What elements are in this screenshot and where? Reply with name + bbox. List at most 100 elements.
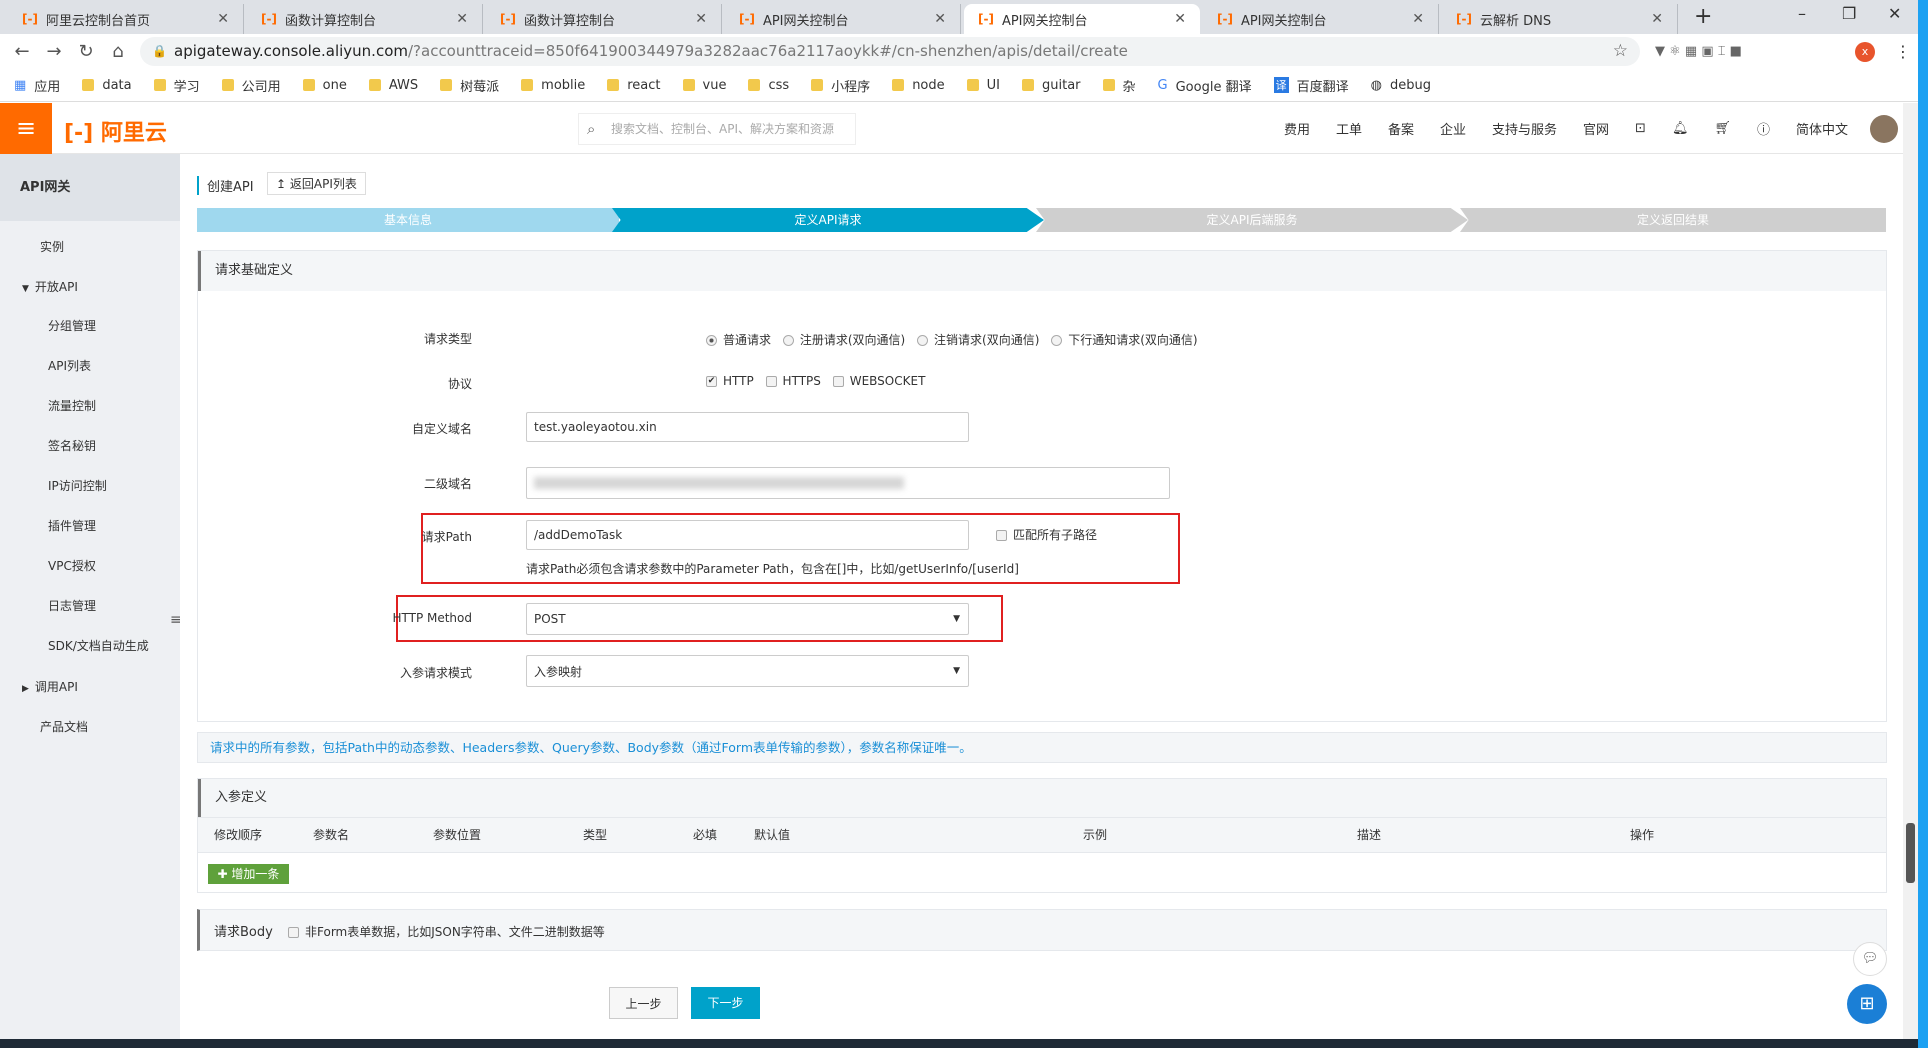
nav-enterprise[interactable]: 企业 xyxy=(1440,119,1466,138)
bookmark[interactable]: moblie xyxy=(521,78,585,93)
bookmark[interactable]: 树莓派 xyxy=(440,76,499,95)
bookmark[interactable]: react xyxy=(607,78,661,93)
add-param-button[interactable]: ✚ 增加一条 xyxy=(208,864,289,884)
sidebar-item-groups[interactable]: 分组管理 xyxy=(48,317,96,334)
terminal-icon[interactable]: ⊡ xyxy=(1635,121,1646,136)
radio-normal[interactable] xyxy=(706,335,717,346)
browser-tab[interactable]: [-] 阿里云控制台首页 ✕ xyxy=(8,4,244,34)
bookmark[interactable]: css xyxy=(748,78,789,93)
sidebar-item-api-list[interactable]: API列表 xyxy=(48,357,91,374)
next-step-button[interactable]: 下一步 xyxy=(691,987,760,1019)
menu-icon[interactable]: ⋮ xyxy=(1895,42,1911,61)
nav-tickets[interactable]: 工单 xyxy=(1336,119,1362,138)
sidebar-group-open-api[interactable]: ▼ 开放API xyxy=(22,278,78,295)
browser-tab[interactable]: [-] API网关控制台 ✕ xyxy=(725,4,961,34)
caret-right-icon: ▶ xyxy=(22,684,29,694)
minimize-button[interactable]: – xyxy=(1798,4,1806,23)
bookmark[interactable]: one xyxy=(302,78,347,93)
close-icon[interactable]: ✕ xyxy=(456,11,468,27)
bookmark[interactable]: G Google 翻译 xyxy=(1158,76,1252,95)
browser-tab-active[interactable]: [-] API网关控制台 ✕ xyxy=(964,4,1200,34)
url-input[interactable]: 🔒 apigateway.console.aliyun.com/?accountt… xyxy=(140,37,1640,66)
nav-fees[interactable]: 费用 xyxy=(1284,119,1310,138)
bookmark[interactable]: 小程序 xyxy=(811,76,870,95)
bookmark[interactable]: guitar xyxy=(1022,78,1081,93)
sidebar-item-ip-control[interactable]: IP访问控制 xyxy=(48,477,107,494)
bookmark[interactable]: AWS xyxy=(368,78,418,93)
checkbox-non-form[interactable] xyxy=(288,927,299,938)
bookmark[interactable]: 杂 xyxy=(1102,76,1136,95)
reload-icon[interactable]: ↻ xyxy=(70,41,102,62)
browser-tab[interactable]: [-] 云解析 DNS ✕ xyxy=(1442,4,1678,34)
bookmark[interactable]: 译百度翻译 xyxy=(1273,76,1349,95)
close-icon[interactable]: ✕ xyxy=(934,11,946,27)
checkbox-match-subpath[interactable] xyxy=(996,530,1007,541)
close-icon[interactable]: ✕ xyxy=(1174,11,1186,27)
sidebar-item-docs[interactable]: 产品文档 xyxy=(40,718,88,735)
close-icon[interactable]: ✕ xyxy=(1412,11,1424,27)
bell-icon[interactable]: 🔔︎ xyxy=(1672,121,1689,136)
sidebar-item-signature[interactable]: 签名秘钥 xyxy=(48,437,96,454)
bookmark[interactable]: node xyxy=(892,78,945,93)
sidebar-item-logs[interactable]: 日志管理 xyxy=(48,597,96,614)
sub-domain-input[interactable] xyxy=(526,467,1170,499)
language-switch[interactable]: 简体中文 xyxy=(1796,119,1848,138)
profile-icon[interactable]: x xyxy=(1855,41,1875,62)
star-icon[interactable]: ☆ xyxy=(1613,37,1628,66)
bookmark-apps[interactable]: ▦ 应用 xyxy=(14,76,60,95)
hamburger-menu-icon[interactable]: ≡ xyxy=(0,103,52,154)
checkbox-https[interactable] xyxy=(765,376,777,387)
cart-icon[interactable]: 🛒︎ xyxy=(1714,121,1731,136)
radio-register[interactable] xyxy=(782,335,794,346)
bookmark[interactable]: vue xyxy=(682,78,726,93)
help-icon[interactable]: ⓘ xyxy=(1757,119,1770,138)
caret-down-icon: ▼ xyxy=(22,284,29,294)
scrollbar[interactable] xyxy=(1903,103,1918,1039)
new-tab-button[interactable]: + xyxy=(1694,4,1712,29)
http-method-select[interactable]: POST ▼ xyxy=(526,603,969,635)
sidebar-item-throttling[interactable]: 流量控制 xyxy=(48,397,96,414)
radio-unregister[interactable] xyxy=(917,335,929,346)
prev-step-button[interactable]: 上一步 xyxy=(609,987,678,1019)
sidebar-item-vpc[interactable]: VPC授权 xyxy=(48,557,96,574)
sidebar-item-instances[interactable]: 实例 xyxy=(40,238,64,255)
radio-notify[interactable] xyxy=(1051,335,1063,346)
checkbox-websocket[interactable] xyxy=(832,376,844,387)
browser-tab[interactable]: [-] 函数计算控制台 ✕ xyxy=(247,4,483,34)
feedback-chat-icon[interactable]: 💬︎ xyxy=(1853,942,1887,976)
avatar[interactable] xyxy=(1870,114,1898,143)
forward-icon[interactable]: → xyxy=(38,41,70,62)
sidebar-item-plugins[interactable]: 插件管理 xyxy=(48,517,96,534)
close-icon[interactable]: ✕ xyxy=(1651,11,1663,27)
close-window-button[interactable]: ✕ xyxy=(1888,4,1901,23)
bookmark[interactable]: UI xyxy=(966,78,1000,93)
aliyun-logo[interactable]: [-] 阿里云 xyxy=(64,115,167,147)
match-subpath-option[interactable]: 匹配所有子路径 xyxy=(988,526,1097,543)
bookmark[interactable]: 公司用 xyxy=(221,76,281,95)
scrollbar-thumb[interactable] xyxy=(1906,823,1915,883)
nav-website[interactable]: 官网 xyxy=(1583,119,1609,138)
checkbox-http[interactable]: ✔ xyxy=(706,376,717,387)
sidebar-group-call-api[interactable]: ▶ 调用API xyxy=(22,678,78,695)
back-to-list-button[interactable]: ↥ 返回API列表 xyxy=(267,172,366,195)
close-icon[interactable]: ✕ xyxy=(695,11,707,27)
browser-tab[interactable]: [-] 函数计算控制台 ✕ xyxy=(486,4,722,34)
restore-button[interactable]: ❐ xyxy=(1842,4,1856,23)
home-icon[interactable]: ⌂ xyxy=(102,41,134,62)
back-icon[interactable]: ← xyxy=(6,41,38,62)
path-input[interactable]: /addDemoTask xyxy=(526,520,969,550)
close-icon[interactable]: ✕ xyxy=(217,11,229,27)
bookmark[interactable]: ◍ debug xyxy=(1371,78,1431,93)
param-mode-select[interactable]: 入参映射 ▼ xyxy=(526,655,969,687)
assistant-grid-icon[interactable]: ⊞ xyxy=(1847,984,1887,1024)
bookmark[interactable]: data xyxy=(82,78,132,93)
search-input[interactable]: ⌕ 搜索文档、控制台、API、解决方案和资源 xyxy=(578,113,856,145)
nav-icp[interactable]: 备案 xyxy=(1388,119,1414,138)
custom-domain-input[interactable]: test.yaoleyaotou.xin xyxy=(526,412,969,442)
nav-support[interactable]: 支持与服务 xyxy=(1492,119,1557,138)
non-form-option[interactable]: 非Form表单数据，比如JSON字符串、文件二进制数据等 xyxy=(280,923,605,940)
sidebar-item-sdk[interactable]: SDK/文档自动生成 xyxy=(48,637,149,654)
browser-tab[interactable]: [-] API网关控制台 ✕ xyxy=(1203,4,1439,34)
extension-icons[interactable]: ▼ ⚛ ▦ ▣ ⌶ ■ xyxy=(1655,44,1742,59)
bookmark[interactable]: 学习 xyxy=(153,76,200,95)
